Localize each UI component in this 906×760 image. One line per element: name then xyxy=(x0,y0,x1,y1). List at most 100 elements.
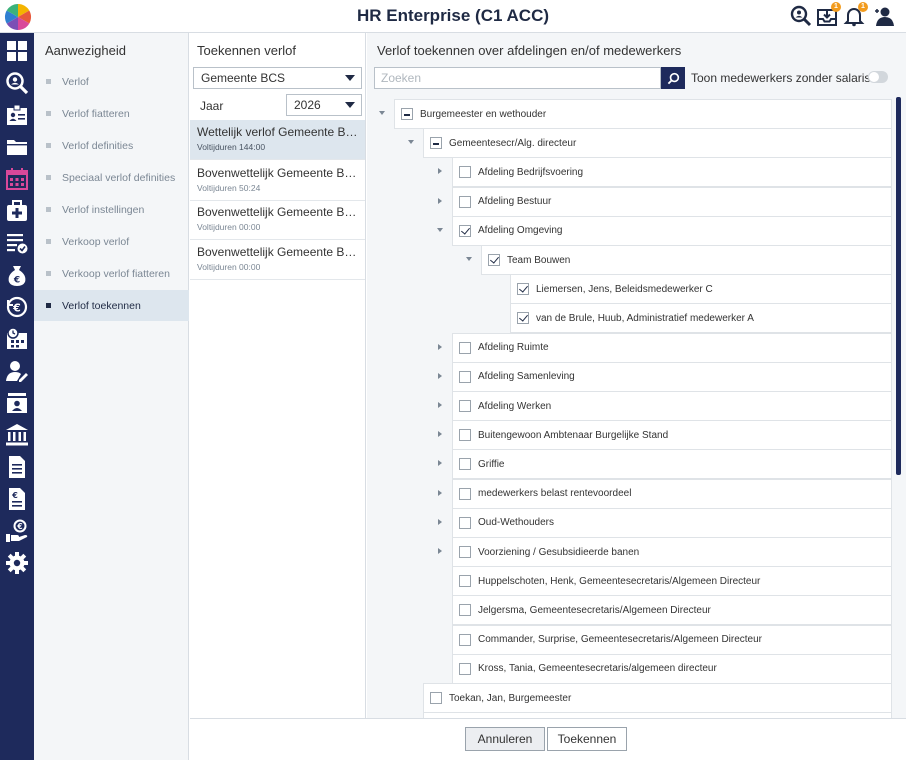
leave-item[interactable]: Bovenwettelijk Gemeente BCS ... Voltijdu… xyxy=(190,240,365,280)
expand-arrow-icon[interactable] xyxy=(435,488,445,498)
invoice-icon[interactable]: € xyxy=(4,486,30,512)
tree-node-checkbox[interactable] xyxy=(459,341,471,354)
search-person-icon[interactable] xyxy=(790,5,812,27)
tree-node-checkbox[interactable] xyxy=(488,254,500,266)
tree-node-checkbox[interactable] xyxy=(459,429,471,442)
checklist-icon[interactable] xyxy=(4,230,30,256)
money-bag-icon[interactable]: € xyxy=(4,262,30,288)
expand-arrow-icon[interactable] xyxy=(435,342,445,352)
search-input[interactable]: Zoeken xyxy=(374,67,661,89)
tree-node[interactable]: Liemersen, Jens, Beleidsmedewerker C xyxy=(510,274,892,305)
submenu-item-speciaal-verlof-definities[interactable]: Speciaal verlof definities xyxy=(34,162,189,193)
tree-node-checkbox[interactable] xyxy=(459,400,471,412)
tree-node[interactable]: Jelgersma, Gemeentesecretaris/Algemeen D… xyxy=(452,595,892,626)
submenu-item-verlof-toekennen[interactable]: Verlof toekennen xyxy=(34,290,189,321)
leave-item[interactable]: Bovenwettelijk Gemeente BCS Voltijduren … xyxy=(190,161,365,201)
tree-node[interactable]: Griffie xyxy=(452,449,892,480)
tree-node[interactable]: Afdeling Ruimte xyxy=(452,332,892,363)
tree-node-checkbox[interactable] xyxy=(459,516,471,529)
expand-arrow-icon[interactable] xyxy=(435,371,445,381)
expand-arrow-icon[interactable] xyxy=(435,400,445,410)
expand-arrow-icon[interactable] xyxy=(435,196,445,206)
tree-node[interactable]: Afdeling Werken xyxy=(452,391,892,421)
tree-node-checkbox[interactable] xyxy=(459,546,471,558)
leave-item[interactable]: Wettelijk verlof Gemeente BCS Voltijdure… xyxy=(190,120,365,160)
tree-node-checkbox[interactable] xyxy=(459,370,471,383)
tree-node[interactable]: Toekan, Jan, Burgemeester xyxy=(423,683,892,713)
inbox-icon[interactable]: 1 xyxy=(816,2,841,27)
expand-arrow-icon[interactable] xyxy=(435,458,445,468)
contact-card-icon[interactable] xyxy=(4,390,30,416)
tree-scrollbar[interactable] xyxy=(896,97,901,714)
caret-down-icon[interactable] xyxy=(339,95,361,115)
caret-down-icon[interactable] xyxy=(339,68,361,88)
tree-node[interactable]: van de Brule, Huub, Administratief medew… xyxy=(510,303,892,334)
tree-node[interactable]: Team Bouwen xyxy=(481,245,892,275)
tree-node-checkbox[interactable] xyxy=(459,575,471,588)
tree-node[interactable]: Commander, Surprise, Gemeentesecretaris/… xyxy=(452,624,892,655)
tree-node-checkbox[interactable] xyxy=(459,487,471,500)
tree-node-checkbox[interactable] xyxy=(459,633,471,646)
schedule-icon[interactable] xyxy=(4,326,30,352)
hand-money-icon[interactable]: € xyxy=(4,518,30,544)
tree-node[interactable]: Oud-Wethouders xyxy=(452,507,892,538)
bank-icon[interactable] xyxy=(4,422,30,448)
expand-arrow-icon[interactable] xyxy=(435,166,445,176)
collapse-arrow-icon[interactable] xyxy=(377,108,387,118)
user-icon[interactable] xyxy=(873,5,895,27)
tree-node[interactable]: Kross, Tania, Gemeentesecretaris/algemee… xyxy=(452,653,892,684)
calendar-icon[interactable] xyxy=(4,166,30,192)
search-person-icon[interactable] xyxy=(4,70,30,96)
bell-icon[interactable]: 1 xyxy=(843,2,868,27)
gear-icon[interactable] xyxy=(4,550,30,576)
tree-node[interactable]: Buitengewoon Ambtenaar Burgelijke Stand xyxy=(452,420,892,451)
tree-node[interactable]: medewerkers belast rentevoordeel xyxy=(452,478,892,509)
tree-node[interactable]: Gemeentesecr/Alg. directeur xyxy=(423,128,892,159)
tree-node[interactable]: Huppelschoten, Henk, Gemeentesecretaris/… xyxy=(452,566,892,597)
tree-node[interactable]: Afdeling Bestuur xyxy=(452,186,892,217)
tree-node[interactable]: Afdeling Omgeving xyxy=(452,215,892,246)
euro-cycle-icon[interactable]: € xyxy=(4,294,30,320)
medical-case-icon[interactable] xyxy=(4,198,30,224)
folder-icon[interactable] xyxy=(4,134,30,160)
user-edit-icon[interactable] xyxy=(4,358,30,384)
tree-node[interactable]: Burgemeester en wethouder xyxy=(394,99,892,129)
tree-node-checkbox[interactable] xyxy=(430,137,442,150)
expand-arrow-icon[interactable] xyxy=(435,546,445,556)
tree-node-checkbox[interactable] xyxy=(517,283,529,296)
collapse-arrow-icon[interactable] xyxy=(435,225,445,235)
tree-node[interactable]: Afdeling Bedrijfsvoering xyxy=(452,157,892,188)
tree-node-checkbox[interactable] xyxy=(401,108,413,120)
scrollbar-thumb[interactable] xyxy=(896,97,901,475)
tree-node[interactable]: Afdeling Samenleving xyxy=(452,361,892,392)
collapse-arrow-icon[interactable] xyxy=(406,137,416,147)
grant-button[interactable]: Toekennen xyxy=(547,727,627,751)
submenu-item-verlof-definities[interactable]: Verlof definities xyxy=(34,130,189,161)
submenu-item-verkoop-verlof-fiatteren[interactable]: Verkoop verlof fiatteren xyxy=(34,258,189,289)
tree-node-checkbox[interactable] xyxy=(459,166,471,179)
organisation-select[interactable]: Gemeente BCS xyxy=(193,67,362,89)
tree-node[interactable]: Voorziening / Gesubsidieerde banen xyxy=(452,537,892,567)
tree-node-checkbox[interactable] xyxy=(459,195,471,208)
show-without-salary-toggle[interactable] xyxy=(868,71,888,83)
search-button[interactable] xyxy=(661,67,685,89)
submenu-item-verlof-fiatteren[interactable]: Verlof fiatteren xyxy=(34,98,189,129)
submenu-item-verkoop-verlof[interactable]: Verkoop verlof xyxy=(34,226,189,257)
id-badge-icon[interactable] xyxy=(4,102,30,128)
submenu-item-verlof-instellingen[interactable]: Verlof instellingen xyxy=(34,194,189,225)
expand-arrow-icon[interactable] xyxy=(435,429,445,439)
document-icon[interactable] xyxy=(4,454,30,480)
year-select[interactable]: 2026 xyxy=(286,94,362,116)
cancel-button[interactable]: Annuleren xyxy=(465,727,545,751)
dashboard-icon[interactable] xyxy=(4,38,30,64)
expand-arrow-icon[interactable] xyxy=(435,517,445,527)
tree-node-checkbox[interactable] xyxy=(459,662,471,675)
tree-node-checkbox[interactable] xyxy=(459,224,471,237)
submenu-item-verlof[interactable]: Verlof xyxy=(34,66,189,97)
tree-node-checkbox[interactable] xyxy=(459,604,471,617)
tree-node-checkbox[interactable] xyxy=(430,692,442,704)
leave-item[interactable]: Bovenwettelijk Gemeente BCS ... Voltijdu… xyxy=(190,200,365,240)
collapse-arrow-icon[interactable] xyxy=(464,254,474,264)
tree-node-checkbox[interactable] xyxy=(517,312,529,325)
tree-node-checkbox[interactable] xyxy=(459,458,471,471)
